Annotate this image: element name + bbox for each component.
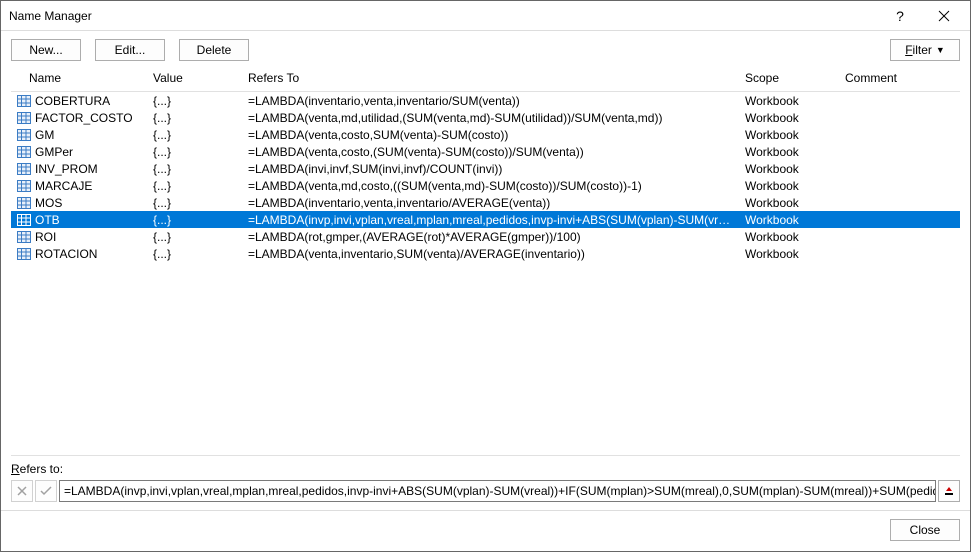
row-value: {...} [147, 111, 242, 125]
row-value: {...} [147, 179, 242, 193]
column-header-value[interactable]: Value [147, 67, 242, 87]
row-scope: Workbook [739, 247, 839, 261]
new-button[interactable]: New... [11, 39, 81, 61]
column-header-scope[interactable]: Scope [739, 67, 839, 87]
row-name: ROTACION [35, 247, 97, 261]
toolbar: New... Edit... Delete Filter ▼ [1, 31, 970, 67]
row-scope: Workbook [739, 179, 839, 193]
row-refers: =LAMBDA(venta,inventario,SUM(venta)/AVER… [242, 247, 739, 261]
x-icon [17, 486, 27, 496]
row-name: GMPer [35, 145, 73, 159]
filter-button[interactable]: Filter ▼ [890, 39, 960, 61]
defined-name-icon [17, 231, 31, 243]
table-row[interactable]: INV_PROM {...} =LAMBDA(invi,invf,SUM(inv… [11, 160, 960, 177]
collapse-icon [943, 485, 955, 497]
row-name: FACTOR_COSTO [35, 111, 133, 125]
column-header-name[interactable]: Name [11, 67, 147, 87]
row-scope: Workbook [739, 196, 839, 210]
row-scope: Workbook [739, 94, 839, 108]
defined-name-icon [17, 129, 31, 141]
row-name: MARCAJE [35, 179, 92, 193]
defined-name-icon [17, 180, 31, 192]
row-refers: =LAMBDA(venta,md,costo,((SUM(venta,md)-S… [242, 179, 739, 193]
defined-name-icon [17, 146, 31, 158]
row-scope: Workbook [739, 162, 839, 176]
check-icon [40, 486, 52, 496]
column-header-refers[interactable]: Refers To [242, 67, 739, 87]
window-title: Name Manager [9, 9, 878, 23]
table-row[interactable]: FACTOR_COSTO {...} =LAMBDA(venta,md,util… [11, 109, 960, 126]
row-refers: =LAMBDA(venta,costo,(SUM(venta)-SUM(cost… [242, 145, 739, 159]
delete-button[interactable]: Delete [179, 39, 249, 61]
row-value: {...} [147, 162, 242, 176]
collapse-dialog-button[interactable] [938, 480, 960, 502]
row-value: {...} [147, 128, 242, 142]
refers-to-label: Refers to: [11, 462, 960, 476]
row-name: ROI [35, 230, 56, 244]
defined-name-icon [17, 197, 31, 209]
table-row[interactable]: OTB {...} =LAMBDA(invp,invi,vplan,vreal,… [11, 211, 960, 228]
row-value: {...} [147, 145, 242, 159]
refers-to-section: Refers to: =LAMBDA(invp,invi,vplan,vreal… [1, 456, 970, 510]
help-icon: ? [896, 8, 904, 24]
edit-button[interactable]: Edit... [95, 39, 165, 61]
row-name: COBERTURA [35, 94, 110, 108]
row-refers: =LAMBDA(inventario,venta,inventario/AVER… [242, 196, 739, 210]
row-name: GM [35, 128, 54, 142]
defined-name-icon [17, 112, 31, 124]
column-header-row: Name Value Refers To Scope Comment [11, 67, 960, 92]
refers-to-value: =LAMBDA(invp,invi,vplan,vreal,mplan,mrea… [64, 484, 936, 498]
column-header-comment[interactable]: Comment [839, 67, 960, 87]
table-row[interactable]: ROI {...} =LAMBDA(rot,gmper,(AVERAGE(rot… [11, 228, 960, 245]
refers-to-input[interactable]: =LAMBDA(invp,invi,vplan,vreal,mplan,mrea… [59, 480, 936, 502]
accept-formula-button[interactable] [35, 480, 57, 502]
row-value: {...} [147, 196, 242, 210]
row-refers: =LAMBDA(venta,costo,SUM(venta)-SUM(costo… [242, 128, 739, 142]
chevron-down-icon: ▼ [936, 45, 945, 55]
row-scope: Workbook [739, 111, 839, 125]
defined-name-icon [17, 95, 31, 107]
table-row[interactable]: MARCAJE {...} =LAMBDA(venta,md,costo,((S… [11, 177, 960, 194]
row-refers: =LAMBDA(rot,gmper,(AVERAGE(rot)*AVERAGE(… [242, 230, 739, 244]
row-scope: Workbook [739, 145, 839, 159]
row-scope: Workbook [739, 213, 839, 227]
row-value: {...} [147, 94, 242, 108]
footer: Close [1, 510, 970, 551]
row-name: INV_PROM [35, 162, 98, 176]
window-close-button[interactable] [922, 2, 966, 30]
table-row[interactable]: ROTACION {...} =LAMBDA(venta,inventario,… [11, 245, 960, 262]
row-refers: =LAMBDA(inventario,venta,inventario/SUM(… [242, 94, 739, 108]
close-icon [938, 10, 950, 22]
cancel-formula-button[interactable] [11, 480, 33, 502]
table-row[interactable]: MOS {...} =LAMBDA(inventario,venta,inven… [11, 194, 960, 211]
titlebar: Name Manager ? [1, 1, 970, 31]
row-refers: =LAMBDA(invi,invf,SUM(invi,invf)/COUNT(i… [242, 162, 739, 176]
row-value: {...} [147, 230, 242, 244]
filter-label-rest: ilter [913, 43, 932, 57]
defined-name-icon [17, 248, 31, 260]
help-button[interactable]: ? [878, 2, 922, 30]
defined-name-icon [17, 163, 31, 175]
row-scope: Workbook [739, 128, 839, 142]
table-row[interactable]: COBERTURA {...} =LAMBDA(inventario,venta… [11, 92, 960, 109]
row-scope: Workbook [739, 230, 839, 244]
row-refers: =LAMBDA(venta,md,utilidad,(SUM(venta,md)… [242, 111, 739, 125]
row-value: {...} [147, 213, 242, 227]
row-name: MOS [35, 196, 62, 210]
row-refers: =LAMBDA(invp,invi,vplan,vreal,mplan,mrea… [242, 213, 739, 227]
defined-name-icon [17, 214, 31, 226]
close-button[interactable]: Close [890, 519, 960, 541]
name-list[interactable]: COBERTURA {...} =LAMBDA(inventario,venta… [11, 92, 960, 456]
row-value: {...} [147, 247, 242, 261]
table-row[interactable]: GMPer {...} =LAMBDA(venta,costo,(SUM(ven… [11, 143, 960, 160]
row-name: OTB [35, 213, 60, 227]
table-row[interactable]: GM {...} =LAMBDA(venta,costo,SUM(venta)-… [11, 126, 960, 143]
